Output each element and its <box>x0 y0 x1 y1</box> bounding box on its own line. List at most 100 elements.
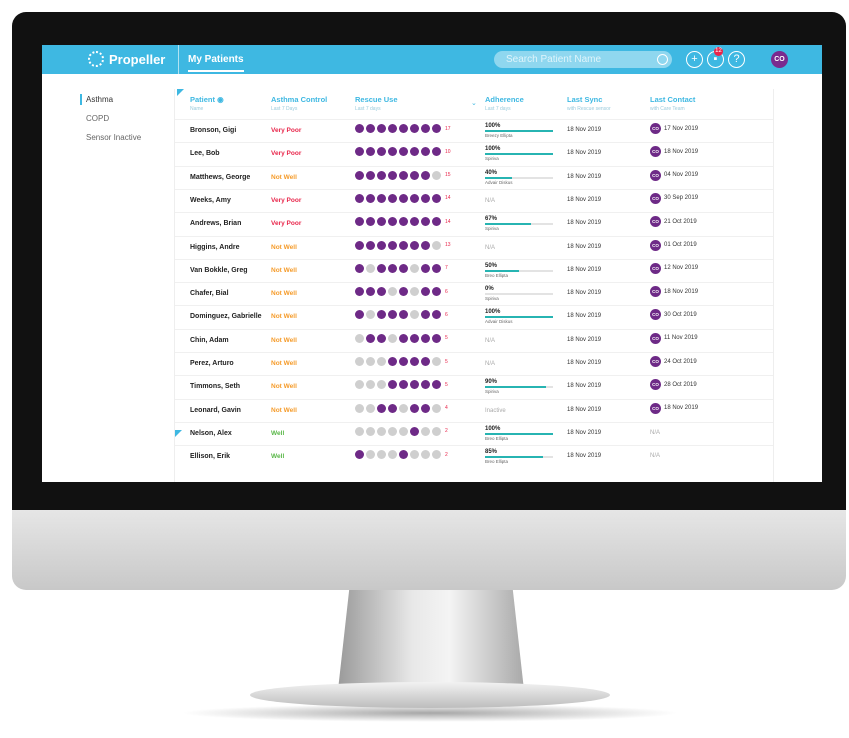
add-icon[interactable]: + <box>686 51 703 68</box>
last-sync-date: 18 Nov 2019 <box>567 196 602 203</box>
adherence-cell: 100% Breo Ellipta <box>485 426 553 441</box>
rescue-dot <box>399 170 408 180</box>
table-row[interactable]: Matthews, George Not Well 15 40% Advair … <box>175 165 773 189</box>
rescue-dot <box>388 217 397 227</box>
last-contact-cell: N/A <box>650 449 660 459</box>
table-row[interactable]: Van Bokkle, Greg Not Well 7 50% Breo Ell… <box>175 258 773 282</box>
rescue-dot <box>366 124 375 133</box>
table-row[interactable]: Andrews, Brian Very Poor 14 67% Spiriva … <box>175 212 773 235</box>
patient-name[interactable]: Chafer, Bial <box>190 290 229 297</box>
table-row[interactable]: Chin, Adam Not Well 5 N/A 18 Nov 2019 CO… <box>175 328 773 352</box>
screen: Propeller My Patients Search Patient Nam… <box>42 45 822 482</box>
sort-eye-icon[interactable]: ◉ <box>217 95 224 104</box>
patient-name[interactable]: Perez, Arturo <box>190 360 234 367</box>
patient-name[interactable]: Higgins, Andre <box>190 244 240 251</box>
asthma-control-status: Very Poor <box>271 127 302 134</box>
adherence-medication: Advair Diskus <box>485 179 513 185</box>
rescue-count: 5 <box>445 335 448 342</box>
contact-avatar: CO <box>650 169 661 181</box>
user-avatar[interactable]: CO <box>771 51 788 68</box>
rescue-count: 5 <box>445 381 448 388</box>
col-header-rescue-use[interactable]: Rescue Use Last 7 days <box>355 95 398 112</box>
monitor-chin <box>12 510 846 590</box>
patient-name[interactable]: Van Bokkle, Greg <box>190 267 248 274</box>
rescue-dot <box>366 357 375 366</box>
rescue-dot <box>355 124 364 133</box>
tab-my-patients[interactable]: My Patients <box>188 54 244 72</box>
sidebar-item-copd[interactable]: COPD <box>86 114 109 123</box>
table-row[interactable]: Leonard, Gavin Not Well 4 Inactive 18 No… <box>175 398 773 422</box>
rescue-dot <box>355 193 364 203</box>
contact-avatar: CO <box>650 286 661 298</box>
sidebar-active-indicator <box>80 94 82 105</box>
brand-name: Propeller <box>109 51 166 67</box>
rescue-dot <box>421 193 430 203</box>
rescue-dot <box>377 310 386 320</box>
rescue-dot <box>432 193 441 203</box>
search-icon[interactable] <box>657 54 668 65</box>
help-icon[interactable]: ? <box>728 51 745 68</box>
rescue-dot <box>388 193 397 203</box>
table-row[interactable]: Chafer, Bial Not Well 6 0% Spiriva 18 No… <box>175 282 773 305</box>
asthma-control-status: Not Well <box>271 290 297 298</box>
rescue-dot <box>366 240 375 250</box>
table-row[interactable]: Bronson, Gigi Very Poor 17 100% Breezy E… <box>175 119 773 142</box>
adherence-cell: 0% Spiriva <box>485 286 553 301</box>
col-header-patient[interactable]: Patient ◉ Name <box>190 95 224 112</box>
patient-name[interactable]: Andrews, Brian <box>190 220 241 227</box>
adherence-cell: N/A <box>485 356 553 367</box>
last-sync-date: 18 Nov 2019 <box>567 406 602 413</box>
rescue-dot <box>421 357 430 366</box>
rescue-use-dots: 7 <box>355 263 448 273</box>
table-row[interactable]: Higgins, Andre Not Well 13 N/A 18 Nov 20… <box>175 235 773 259</box>
rescue-dot <box>432 217 441 227</box>
patient-name[interactable]: Timmons, Seth <box>190 383 240 390</box>
adherence-value: N/A <box>485 361 496 367</box>
chevron-down-icon[interactable]: ⌄ <box>471 99 477 107</box>
patient-name[interactable]: Matthews, George <box>190 174 250 181</box>
patient-name[interactable]: Chin, Adam <box>190 337 229 344</box>
table-row[interactable]: Lee, Bob Very Poor 10 100% Spiriva 18 No… <box>175 142 773 165</box>
table-row[interactable]: Nelson, Alex Well 2 100% Breo Ellipta 18… <box>175 421 773 445</box>
patient-name[interactable]: Bronson, Gigi <box>190 127 236 134</box>
table-row[interactable]: Dominguez, Gabrielle Not Well 6 100% Adv… <box>175 305 773 328</box>
asthma-control-status: Not Well <box>271 243 297 251</box>
last-contact-date: 11 Nov 2019 <box>664 335 698 342</box>
col-header-adherence[interactable]: Adherence Last 7 days <box>485 95 524 112</box>
patient-name[interactable]: Ellison, Erik <box>190 453 230 460</box>
rescue-count: 15 <box>445 172 451 179</box>
last-sync-date: 18 Nov 2019 <box>567 266 602 273</box>
table-row[interactable]: Timmons, Seth Not Well 5 90% Spiriva 18 … <box>175 375 773 398</box>
search-input[interactable]: Search Patient Name <box>494 51 672 68</box>
col-header-last-contact[interactable]: Last Contact with Care Team <box>650 95 695 112</box>
patient-name[interactable]: Weeks, Amy <box>190 197 231 204</box>
rescue-dot <box>377 147 386 157</box>
rescue-dot <box>377 217 386 227</box>
adherence-medication: Spiriva <box>485 296 499 302</box>
rescue-dot <box>355 357 364 366</box>
sidebar-item-asthma[interactable]: Asthma <box>86 95 113 104</box>
last-sync-date: 18 Nov 2019 <box>567 127 602 133</box>
rescue-dot <box>355 333 364 343</box>
adherence-cell: 100% Breezy Ellipta <box>485 123 553 138</box>
table-row[interactable]: Ellison, Erik Well 2 85% Breo Ellipta 18… <box>175 445 773 468</box>
rescue-dot <box>399 217 408 227</box>
rescue-dot <box>399 124 408 133</box>
patient-name[interactable]: Nelson, Alex <box>190 430 232 437</box>
adherence-bar <box>485 456 553 459</box>
table-row[interactable]: Perez, Arturo Not Well 5 N/A 18 Nov 2019… <box>175 352 773 375</box>
sidebar-item-sensor-inactive[interactable]: Sensor Inactive <box>86 133 141 142</box>
patient-name[interactable]: Dominguez, Gabrielle <box>190 313 262 320</box>
col-header-asthma-control[interactable]: Asthma Control Last 7 Days <box>271 95 327 112</box>
patient-name[interactable]: Lee, Bob <box>190 150 220 157</box>
rescue-use-dots: 14 <box>355 217 451 227</box>
rescue-dot <box>421 426 430 436</box>
adherence-bar <box>485 432 553 435</box>
adherence-bar <box>485 153 553 156</box>
table-row[interactable]: Weeks, Amy Very Poor 14 N/A 18 Nov 2019 … <box>175 188 773 212</box>
patient-name[interactable]: Leonard, Gavin <box>190 407 241 414</box>
brand-logo[interactable]: Propeller <box>88 51 165 67</box>
last-sync-date: 18 Nov 2019 <box>567 220 602 227</box>
col-header-last-sync[interactable]: Last Sync with Rescue sensor <box>567 95 611 112</box>
adherence-value: 40% <box>485 169 498 176</box>
